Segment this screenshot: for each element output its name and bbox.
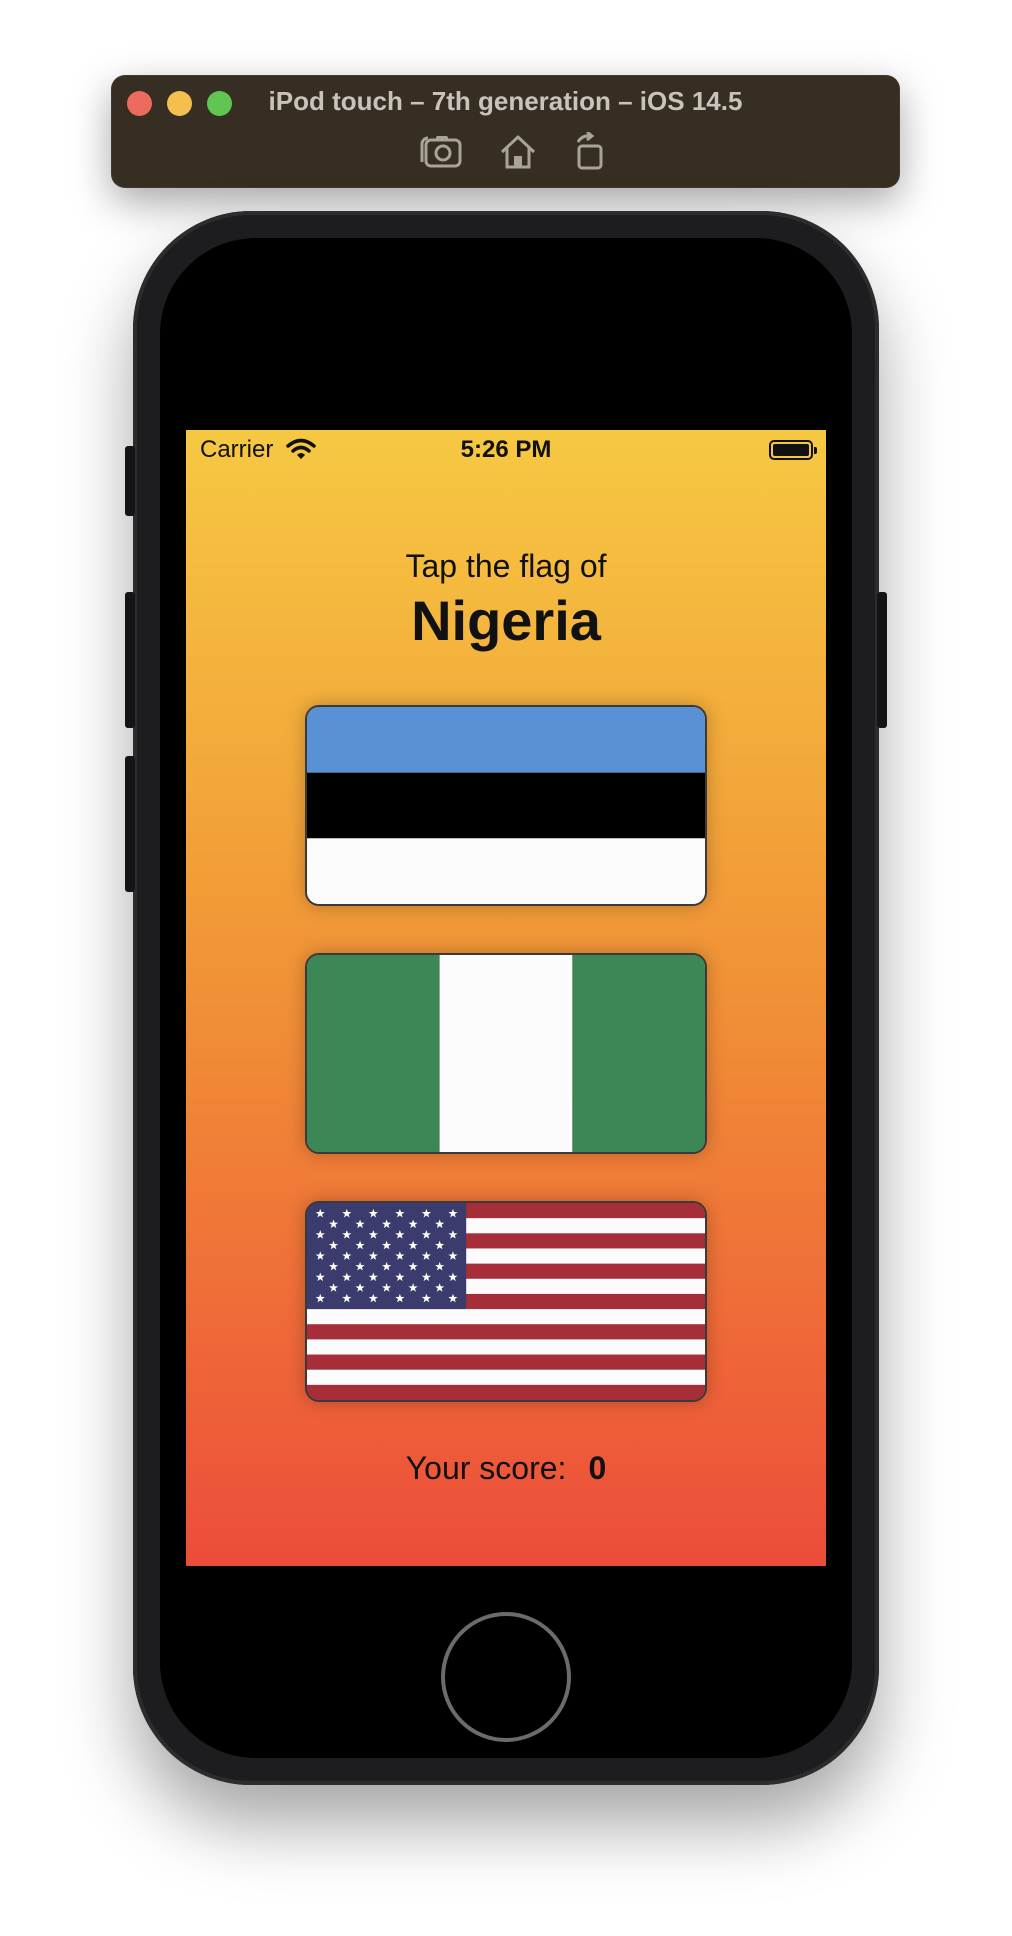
battery-tip	[814, 447, 817, 454]
score-value: 0	[588, 1450, 607, 1486]
prompt-text: Tap the flag of	[405, 548, 607, 584]
us-flag-image	[307, 1203, 705, 1400]
us-flag-canton	[307, 1203, 467, 1310]
app-screen: Carrier 5:26 PM Tap the flag of Nigeria	[186, 430, 826, 1566]
home-icon[interactable]	[498, 132, 538, 177]
us-flag-stripe	[307, 1309, 705, 1325]
flag-button-nigeria[interactable]	[305, 953, 707, 1154]
screenshot-icon[interactable]	[418, 132, 464, 177]
power-button	[877, 592, 887, 728]
target-country: Nigeria	[411, 589, 601, 652]
us-flag-stripe	[307, 1369, 705, 1386]
flag-button-us[interactable]	[305, 1201, 707, 1402]
score-label: Your score:	[405, 1450, 567, 1486]
simulator-stage: iPod touch – 7th generation – iOS 14.5 C…	[0, 0, 1012, 1936]
estonia-flag-image	[307, 707, 705, 904]
us-flag-stripe	[307, 1324, 705, 1340]
volume-down-button	[125, 756, 135, 892]
battery-icon	[769, 440, 813, 460]
score-row: Your score: 0	[186, 1450, 826, 1487]
status-time: 5:26 PM	[460, 436, 552, 463]
us-flag-stripe	[307, 1339, 705, 1356]
us-flag-stripe	[307, 1384, 705, 1400]
volume-up-button	[125, 592, 135, 728]
simulator-title: iPod touch – 7th generation – iOS 14.5	[268, 86, 743, 116]
rotate-icon[interactable]	[572, 130, 608, 177]
device-home-button[interactable]	[441, 1612, 571, 1742]
nigeria-flag-image	[307, 955, 705, 1152]
us-flag-stripe	[307, 1354, 705, 1371]
mute-switch	[125, 446, 135, 516]
flag-button-estonia[interactable]	[305, 705, 707, 906]
